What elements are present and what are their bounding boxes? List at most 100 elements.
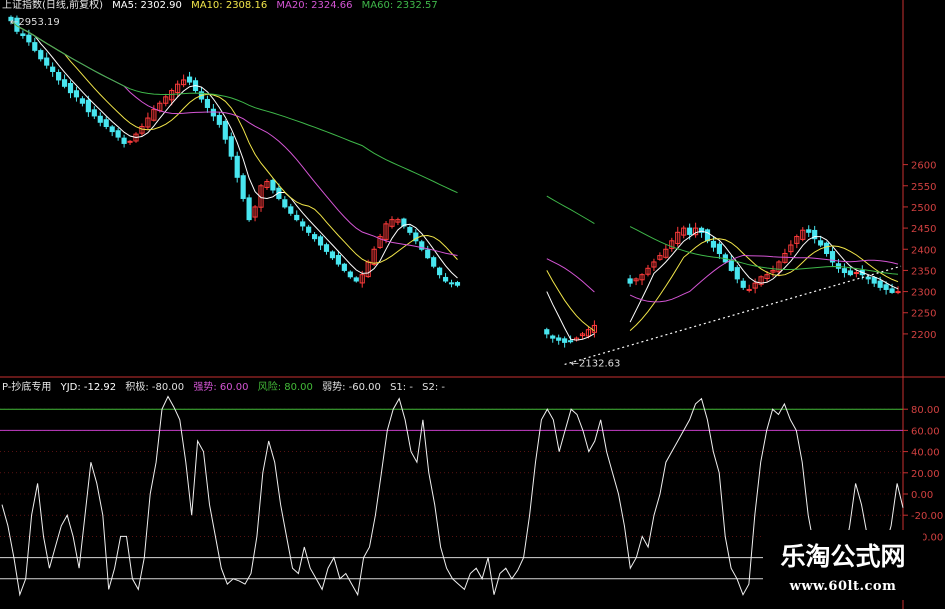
- price-panel-header: 上证指数(日线,前复权) MA5: 2302.90 MA10: 2308.16 …: [2, 0, 444, 11]
- candle-body: [544, 329, 550, 335]
- s2-readout: S2: -: [422, 382, 445, 393]
- candle-body: [568, 340, 574, 343]
- watermark: 乐淘公式网 www.60lt.com: [763, 530, 923, 600]
- candle-body: [704, 229, 711, 242]
- candle-body: [56, 72, 62, 81]
- support-trendline: [564, 265, 902, 365]
- candle-body: [341, 263, 347, 271]
- candle-body: [734, 267, 740, 280]
- candle-body: [210, 108, 216, 117]
- candle-body: [687, 227, 693, 235]
- candle-body: [26, 34, 32, 43]
- candle-body: [437, 267, 443, 276]
- candle-body: [442, 276, 449, 282]
- price-tick-label: 2500: [911, 203, 936, 214]
- candle-body: [312, 234, 318, 240]
- candle-body: [448, 282, 455, 285]
- candle-body: [710, 240, 717, 248]
- candle-body: [97, 115, 103, 123]
- indicator-tick-label: 60.00: [911, 426, 940, 437]
- indicator-tick-label: -20.00: [911, 511, 943, 522]
- candle-body: [61, 79, 68, 87]
- candle-body: [91, 109, 97, 117]
- ma5-readout: MA5: 2302.90: [112, 0, 182, 11]
- index-name: 上证指数(日线,前复权): [2, 0, 103, 11]
- candle-body: [38, 50, 44, 60]
- high-annotation: ←2953.19: [10, 17, 60, 28]
- ma5-line: [10, 20, 899, 341]
- candle-body: [300, 221, 306, 227]
- candle-body: [50, 66, 56, 72]
- candle-body: [823, 242, 830, 254]
- candle-body: [431, 257, 437, 267]
- candle-body: [323, 244, 330, 252]
- stock-chart: 2200 2250 2300 2350 2400 2450 2500 2550 2600 ←295…: [0, 0, 945, 609]
- candle-body: [335, 255, 341, 265]
- candle-body: [121, 137, 127, 144]
- candle-body: [73, 90, 80, 98]
- candle-body: [317, 236, 324, 246]
- candle-body: [865, 276, 871, 280]
- candle-body: [562, 338, 568, 343]
- candle-body: [895, 291, 901, 294]
- candle-body: [85, 99, 91, 113]
- fengxian-readout: 风险: 80.00: [257, 382, 313, 393]
- candle-body: [32, 42, 38, 51]
- candle-body: [550, 335, 556, 339]
- candle-body: [728, 259, 734, 271]
- candle-body: [353, 277, 359, 282]
- jiji-readout: 积极: -80.00: [125, 382, 185, 393]
- candle-body: [115, 130, 121, 138]
- price-tick-label: 2300: [911, 288, 936, 299]
- candle-body: [407, 227, 413, 233]
- candle-body: [67, 83, 74, 94]
- qiangshi-readout: 强势: 60.00: [193, 382, 249, 393]
- watermark-url: www.60lt.com: [789, 579, 897, 594]
- price-tick-label: 2450: [911, 224, 936, 235]
- candle-body: [877, 280, 883, 288]
- candle-body: [44, 57, 50, 66]
- price-panel: 2200 2250 2300 2350 2400 2450 2500 2550 2600 ←295…: [0, 0, 945, 609]
- candle-body: [853, 272, 859, 275]
- price-tick-label: 2350: [911, 266, 936, 277]
- candle-body: [425, 249, 431, 259]
- candle-body: [883, 284, 889, 290]
- price-tick-label: 2400: [911, 245, 936, 256]
- candle-body: [329, 251, 336, 259]
- indicator-name: P-抄底专用: [2, 382, 52, 393]
- candle-body: [20, 33, 26, 37]
- candle-body: [204, 98, 211, 108]
- indicator-tick-label: 40.00: [911, 448, 940, 459]
- low-annotation: ←2132.63: [571, 358, 621, 369]
- candle-body: [109, 126, 115, 133]
- indicator-tick-label: 20.00: [911, 469, 940, 480]
- watermark-title: 乐淘公式网: [780, 542, 906, 571]
- price-tick-label: 2200: [911, 330, 936, 341]
- candle-body: [306, 226, 312, 233]
- candle-body: [841, 268, 848, 274]
- candle-body: [288, 206, 294, 214]
- price-tick-label: 2550: [911, 182, 936, 193]
- candle-body: [716, 243, 723, 254]
- candle-body: [270, 179, 276, 191]
- price-tick-label: 2250: [911, 309, 936, 320]
- candle-body: [246, 197, 252, 221]
- indicator-panel-header: P-抄底专用 YJD: -12.92 积极: -80.00 强势: 60.00 …: [2, 378, 451, 393]
- candle-body: [746, 288, 752, 291]
- candle-body: [835, 263, 842, 269]
- candle-body: [186, 76, 193, 83]
- candle-body: [79, 98, 86, 104]
- ruoshi-readout: 弱势: -60.00: [322, 382, 381, 393]
- ma10-readout: MA10: 2308.16: [191, 0, 268, 11]
- candle-body: [806, 229, 812, 233]
- ma20-readout: MA20: 2324.66: [276, 0, 353, 11]
- ma10-line: [10, 20, 899, 332]
- ma60-readout: MA60: 2332.57: [361, 0, 438, 11]
- candle-body: [294, 214, 300, 221]
- candle-body: [556, 337, 562, 341]
- candle-body: [127, 140, 133, 143]
- indicator-tick-label: 80.00: [911, 405, 940, 416]
- candle-body: [889, 288, 895, 293]
- candle-body: [818, 240, 824, 246]
- candle-body: [234, 155, 240, 178]
